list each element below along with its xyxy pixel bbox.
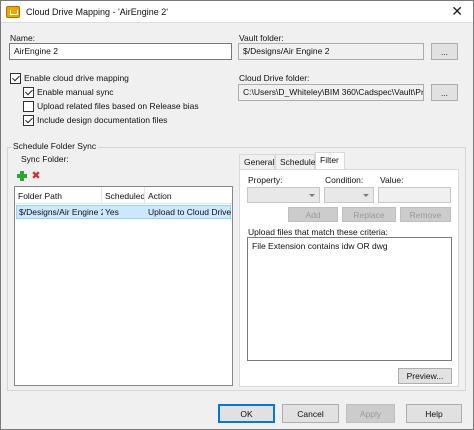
cloud-drive-mapping-dialog: Cloud Drive Mapping - 'AirEngine 2' ✕ Na… [0, 0, 474, 430]
delete-icon[interactable]: ✖ [31, 171, 41, 182]
criteria-label: Upload files that match these criteria: [248, 227, 388, 237]
enable-mapping-checkbox[interactable] [10, 73, 21, 84]
sync-folder-label: Sync Folder: [21, 154, 69, 164]
property-label: Property: [248, 175, 283, 185]
cancel-button[interactable]: Cancel [282, 404, 339, 423]
name-label: Name: [10, 33, 36, 43]
window-title: Cloud Drive Mapping - 'AirEngine 2' [26, 6, 169, 17]
vault-folder-field: $/Designs/Air Engine 2 [238, 43, 424, 60]
sync-folder-list[interactable]: Folder Path Scheduled Action $/Designs/A… [14, 186, 233, 386]
value-label: Value: [380, 175, 404, 185]
column-scheduled[interactable]: Scheduled [102, 187, 145, 204]
value-field[interactable] [378, 187, 451, 203]
close-icon[interactable]: ✕ [451, 4, 463, 18]
help-button[interactable]: Help [406, 404, 462, 423]
tab-schedule[interactable]: Schedule [275, 154, 315, 169]
ok-button[interactable]: OK [218, 404, 275, 423]
property-dropdown[interactable] [247, 187, 320, 203]
condition-label: Condition: [325, 175, 364, 185]
apply-button[interactable]: Apply [346, 404, 395, 423]
title-bar: Cloud Drive Mapping - 'AirEngine 2' ✕ [1, 1, 473, 23]
name-field[interactable]: AirEngine 2 [9, 43, 232, 60]
preview-button[interactable]: Preview... [398, 368, 452, 384]
include-design-docs-checkbox[interactable] [23, 115, 34, 126]
condition-dropdown[interactable] [324, 187, 374, 203]
schedule-group-title: Schedule Folder Sync [11, 141, 99, 151]
cloud-drive-folder-label: Cloud Drive folder: [239, 73, 310, 83]
remove-button[interactable]: Remove [400, 207, 451, 222]
enable-mapping-label: Enable cloud drive mapping [24, 73, 129, 83]
cloud-drive-folder-field: C:\Users\D_Whiteley\BIM 360\Cadspec\Vaul… [238, 84, 424, 101]
tab-general[interactable]: General [239, 154, 275, 169]
row-action: Upload to Cloud Drive [148, 207, 232, 217]
upload-related-label: Upload related files based on Release bi… [37, 101, 199, 111]
column-folder-path[interactable]: Folder Path [15, 187, 102, 204]
table-row[interactable]: $/Designs/Air Engine 2 Yes Upload to Clo… [16, 205, 231, 219]
vault-folder-label: Vault folder: [239, 33, 284, 43]
cloud-drive-folder-browse-button[interactable]: ... [431, 84, 458, 101]
list-header: Folder Path Scheduled Action [15, 187, 232, 204]
include-design-docs-label: Include design documentation files [37, 115, 168, 125]
tab-filter[interactable]: Filter [315, 152, 345, 169]
upload-related-checkbox[interactable] [23, 101, 34, 112]
replace-button[interactable]: Replace [342, 207, 396, 222]
column-action[interactable]: Action [145, 187, 233, 204]
add-icon[interactable] [17, 171, 27, 181]
add-button[interactable]: Add [288, 207, 338, 222]
tab-strip: General Schedule Filter [239, 152, 459, 170]
chevron-down-icon [309, 194, 315, 197]
enable-manual-sync-checkbox[interactable] [23, 87, 34, 98]
row-folder-path: $/Designs/Air Engine 2 [19, 207, 103, 217]
criteria-list[interactable]: File Extension contains idw OR dwg [247, 237, 452, 361]
enable-manual-sync-label: Enable manual sync [37, 87, 114, 97]
vault-app-icon [6, 5, 20, 18]
chevron-down-icon [363, 194, 369, 197]
criteria-item[interactable]: File Extension contains idw OR dwg [252, 241, 388, 251]
row-scheduled: Yes [105, 207, 119, 217]
dialog-footer: OK Cancel Apply Help [1, 401, 473, 429]
vault-folder-browse-button[interactable]: ... [431, 43, 458, 60]
